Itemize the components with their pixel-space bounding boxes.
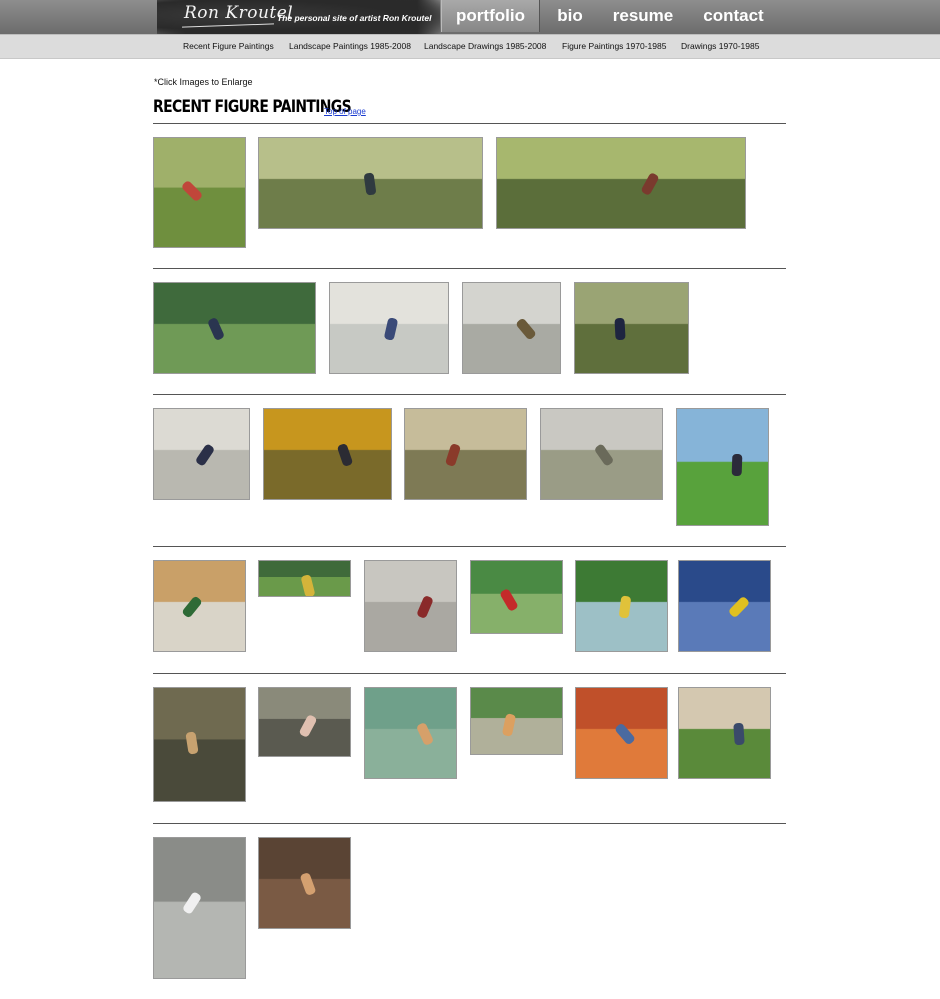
painting-thumbnail[interactable] xyxy=(153,137,246,248)
painted-figure xyxy=(298,713,318,739)
painted-figure xyxy=(383,317,399,341)
painting-thumbnail[interactable] xyxy=(153,282,316,374)
row-divider xyxy=(153,673,786,674)
row-divider xyxy=(153,823,786,824)
painting-thumbnail[interactable] xyxy=(575,560,668,652)
painting-thumbnail[interactable] xyxy=(404,408,527,500)
nav-resume[interactable]: resume xyxy=(611,0,675,32)
painted-figure xyxy=(515,317,537,341)
painted-figure xyxy=(185,731,199,755)
painted-figure xyxy=(614,722,636,746)
painting-thumbnail[interactable] xyxy=(329,282,449,374)
painted-figure xyxy=(444,442,462,468)
painting-thumbnail[interactable] xyxy=(470,687,563,755)
painting-thumbnail[interactable] xyxy=(676,408,769,526)
painted-figure xyxy=(181,891,203,915)
painting-thumbnail[interactable] xyxy=(574,282,689,374)
site-tagline: The personal site of artist Ron Kroutel xyxy=(277,13,432,23)
subnav-drawings[interactable]: Drawings 1970-1985 xyxy=(681,41,759,51)
painted-figure xyxy=(499,587,519,613)
painting-thumbnail[interactable] xyxy=(540,408,663,500)
painting-thumbnail[interactable] xyxy=(364,687,457,779)
portfolio-subnav: Recent Figure Paintings Landscape Painti… xyxy=(0,34,940,59)
painting-thumbnail[interactable] xyxy=(153,837,246,979)
painted-figure xyxy=(593,443,615,467)
site-header: Ron Kroutel The personal site of artist … xyxy=(0,0,940,34)
subnav-landscape-paintings[interactable]: Landscape Paintings 1985-2008 xyxy=(289,41,411,51)
painted-figure xyxy=(206,316,226,342)
row-divider xyxy=(153,546,786,547)
painting-thumbnail[interactable] xyxy=(364,560,457,652)
painted-figure xyxy=(727,595,751,619)
painted-figure xyxy=(415,721,435,747)
painting-thumbnail[interactable] xyxy=(470,560,563,634)
nav-contact[interactable]: contact xyxy=(701,0,766,32)
painting-thumbnail[interactable] xyxy=(575,687,668,779)
enlarge-hint: *Click Images to Enlarge xyxy=(154,77,253,87)
subnav-landscape-drawings[interactable]: Landscape Drawings 1985-2008 xyxy=(424,41,546,51)
painted-figure xyxy=(733,722,745,746)
painting-thumbnail[interactable] xyxy=(153,687,246,802)
section-divider xyxy=(153,123,786,124)
painted-figure xyxy=(336,442,354,468)
top-of-page-link[interactable]: Top of page xyxy=(324,107,366,116)
painted-figure xyxy=(640,171,660,197)
painted-figure xyxy=(501,713,517,737)
row-divider xyxy=(153,268,786,269)
painted-figure xyxy=(614,317,626,341)
section-title: RECENT FIGURE PAINTINGS xyxy=(153,97,352,117)
nav-bio[interactable]: bio xyxy=(551,0,589,32)
painted-figure xyxy=(618,595,632,619)
painted-figure xyxy=(300,574,316,596)
painted-figure xyxy=(181,595,203,619)
painted-figure xyxy=(299,871,317,897)
painting-thumbnail[interactable] xyxy=(258,137,483,229)
painted-figure xyxy=(731,453,743,477)
subnav-recent-figure-paintings[interactable]: Recent Figure Paintings xyxy=(183,41,274,51)
painting-thumbnail[interactable] xyxy=(153,560,246,652)
row-divider xyxy=(153,394,786,395)
painting-thumbnail[interactable] xyxy=(496,137,746,229)
painting-thumbnail[interactable] xyxy=(258,837,351,929)
painting-thumbnail[interactable] xyxy=(462,282,561,374)
brand-banner[interactable]: Ron Kroutel The personal site of artist … xyxy=(157,0,440,34)
painting-thumbnail[interactable] xyxy=(678,560,771,652)
painting-thumbnail[interactable] xyxy=(263,408,392,500)
signature-underline xyxy=(182,23,274,28)
painted-figure xyxy=(416,594,434,620)
painting-thumbnail[interactable] xyxy=(153,408,250,500)
painted-figure xyxy=(180,179,204,203)
painting-thumbnail[interactable] xyxy=(678,687,771,779)
nav-portfolio[interactable]: portfolio xyxy=(441,0,540,32)
painted-figure xyxy=(363,172,377,196)
painting-thumbnail[interactable] xyxy=(258,687,351,757)
subnav-figure-paintings[interactable]: Figure Paintings 1970-1985 xyxy=(562,41,666,51)
painted-figure xyxy=(194,443,216,467)
painting-thumbnail[interactable] xyxy=(258,560,351,597)
